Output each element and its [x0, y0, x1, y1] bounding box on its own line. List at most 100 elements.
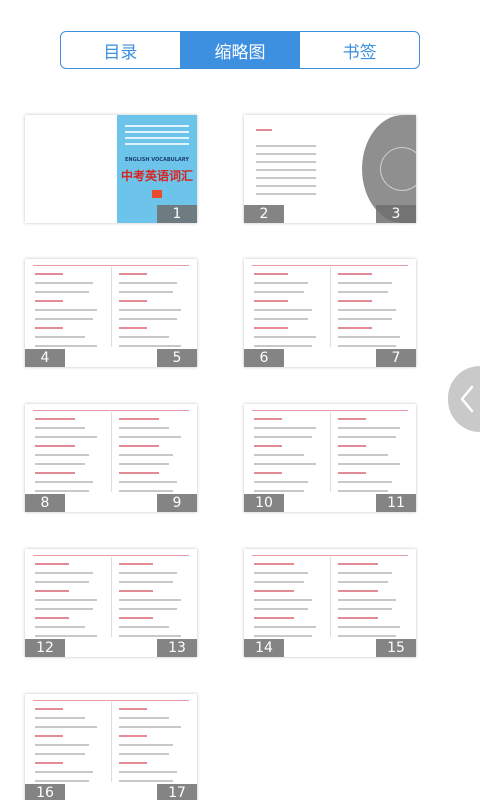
text-line — [119, 282, 177, 284]
page-number: 15 — [376, 639, 416, 657]
text-line — [119, 708, 147, 710]
thumbnail-pages-14-15[interactable]: 14 15 — [244, 549, 416, 657]
page-number: 10 — [244, 494, 284, 512]
tab-contents[interactable]: 目录 — [61, 32, 181, 68]
text-line — [119, 744, 173, 746]
text-line — [338, 481, 392, 483]
page-number: 6 — [244, 349, 284, 367]
text-line — [35, 726, 97, 728]
text-line — [338, 472, 366, 474]
page-number: 7 — [376, 349, 416, 367]
text-line — [254, 300, 288, 302]
text-line — [254, 635, 312, 637]
thumbnail-page-1[interactable]: ENGLISH VOCABULARY 中考英语词汇 1 — [25, 115, 197, 223]
page-number: 5 — [157, 349, 197, 367]
text-line — [254, 345, 312, 347]
tab-bookmarks[interactable]: 书签 — [300, 32, 419, 68]
text-line — [35, 590, 69, 592]
cover-badge — [152, 190, 162, 198]
text-line — [35, 753, 85, 755]
thumbnail-pages-16-17[interactable]: 16 17 — [25, 694, 197, 800]
page-number: 13 — [157, 639, 197, 657]
text-line — [119, 327, 147, 329]
text-line — [254, 617, 294, 619]
text-line — [119, 581, 173, 583]
page-number: 11 — [376, 494, 416, 512]
thumbnail-pages-8-9[interactable]: 8 9 — [25, 404, 197, 512]
text-line — [35, 608, 93, 610]
text-line — [35, 490, 89, 492]
text-line — [254, 327, 288, 329]
thumbnail-pages-2-3[interactable]: 2 3 — [244, 115, 416, 223]
page-number: 8 — [25, 494, 65, 512]
page-number: 2 — [244, 205, 284, 223]
text-line — [35, 563, 69, 565]
text-line — [35, 717, 85, 719]
text-line — [35, 273, 63, 275]
text-line — [119, 318, 177, 320]
text-line — [338, 436, 396, 438]
thumbnail-pages-10-11[interactable]: 10 11 — [244, 404, 416, 512]
thumbnail-pages-12-13[interactable]: 12 13 — [25, 549, 197, 657]
thumbnail-pages-6-7[interactable]: 6 7 — [244, 259, 416, 367]
text-line — [35, 708, 63, 710]
text-line — [35, 327, 63, 329]
cover-subtitle: ENGLISH VOCABULARY — [125, 157, 189, 163]
text-line — [35, 454, 89, 456]
text-line — [119, 590, 153, 592]
text-line — [35, 282, 93, 284]
text-line — [119, 735, 147, 737]
text-line — [254, 563, 294, 565]
text-line — [35, 617, 69, 619]
text-line — [35, 771, 93, 773]
text-line — [119, 635, 181, 637]
text-line — [119, 608, 177, 610]
text-line — [35, 318, 93, 320]
text-line — [119, 572, 177, 574]
page-number: 4 — [25, 349, 65, 367]
text-line — [35, 481, 93, 483]
text-line — [338, 490, 388, 492]
text-line — [338, 572, 392, 574]
text-line — [35, 581, 89, 583]
text-line — [119, 345, 181, 347]
text-line — [119, 427, 169, 429]
text-line — [35, 735, 63, 737]
cover-title: 中考英语词汇 — [120, 169, 193, 183]
text-line — [338, 608, 392, 610]
text-line — [35, 626, 85, 628]
text-line — [254, 608, 308, 610]
text-line — [338, 336, 400, 338]
text-line — [119, 463, 169, 465]
text-line — [35, 418, 75, 420]
text-line — [119, 309, 181, 311]
text-line — [338, 463, 400, 465]
thumbnail-pages-4-5[interactable]: 4 5 — [25, 259, 197, 367]
view-mode-tabs: 目录 缩略图 书签 — [60, 31, 420, 69]
text-line — [35, 300, 63, 302]
tab-thumbnails[interactable]: 缩略图 — [180, 32, 301, 68]
text-line — [35, 336, 85, 338]
text-line — [254, 445, 282, 447]
text-line — [119, 780, 173, 782]
text-line — [254, 291, 304, 293]
text-line — [119, 418, 159, 420]
text-line — [254, 490, 304, 492]
text-line — [35, 744, 89, 746]
text-line — [119, 454, 173, 456]
page-number: 1 — [157, 205, 197, 223]
text-line — [119, 717, 169, 719]
text-line — [254, 309, 312, 311]
text-line — [119, 445, 159, 447]
text-line — [119, 617, 153, 619]
text-line — [338, 563, 378, 565]
text-line — [254, 273, 288, 275]
text-line — [119, 762, 147, 764]
text-line — [338, 635, 396, 637]
text-line — [254, 336, 316, 338]
text-line — [338, 581, 388, 583]
page-number: 14 — [244, 639, 284, 657]
text-line — [254, 581, 304, 583]
collapse-panel-handle[interactable] — [448, 366, 480, 432]
text-line — [254, 590, 294, 592]
